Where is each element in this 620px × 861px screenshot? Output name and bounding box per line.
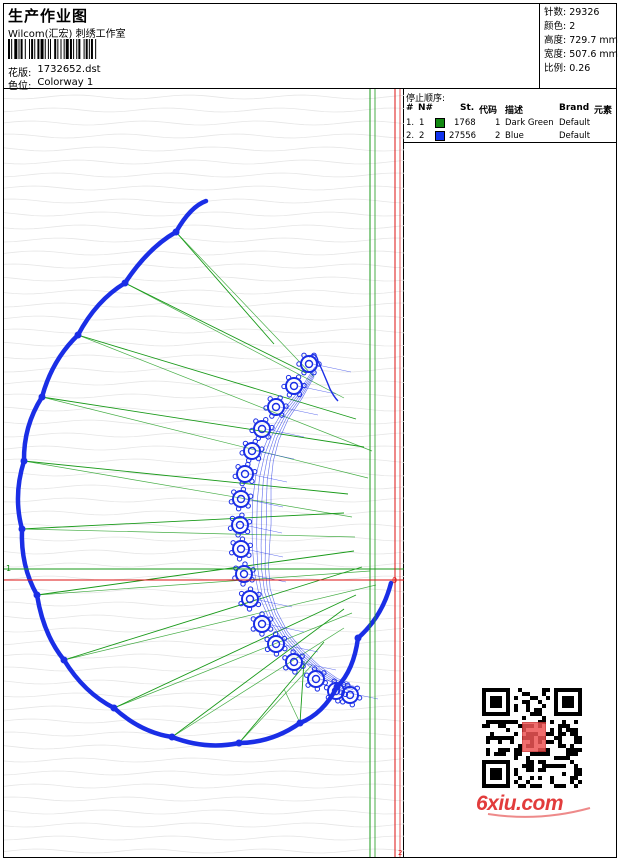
stop-sequence-panel: 停止顺序: # N# St. 代码 描述 Brand 元素 1. 1 1768 … <box>404 89 616 143</box>
col-stitches: St. <box>460 103 475 113</box>
production-worksheet: 生产作业图 Wilcom(汇宏) 刺绣工作室 花版: 1732652.dst 色… <box>3 3 618 858</box>
col-needle: N# <box>418 103 434 113</box>
origin-marker-right: 0 <box>392 576 397 585</box>
green-running-stitches <box>21 231 377 744</box>
stop-sequence-header: # N# St. 代码 描述 Brand 元素 <box>404 103 616 116</box>
stat-stitches: 针数: 29326 <box>544 7 600 18</box>
color-swatch-dark-green <box>435 118 445 128</box>
stat-height: 高度: 729.7 mm <box>544 35 618 46</box>
embroidery-design: 1 0 2 <box>4 89 404 857</box>
color-swatch-blue <box>435 131 445 141</box>
stat-width: 宽度: 507.6 mm <box>544 49 618 60</box>
design-stats-panel: 针数: 29326 颜色: 2 高度: 729.7 mm 宽度: 507.6 mm 比例… <box>539 4 618 89</box>
col-element: 元素 <box>594 106 613 116</box>
origin-marker-left: 1 <box>6 564 11 573</box>
end-marker: 2 <box>398 849 402 857</box>
red-seal-stamp <box>522 722 546 752</box>
design-canvas[interactable]: 1 0 2 <box>4 89 404 857</box>
col-description: 描述 <box>505 106 524 116</box>
fabric-texture <box>4 94 404 854</box>
page-title: 生产作业图 <box>8 7 89 25</box>
company-name: Wilcom(汇宏) 刺绣工作室 <box>8 29 126 40</box>
col-code: 代码 <box>479 106 498 116</box>
watermark-text: 6xiu.com <box>476 792 564 815</box>
stop-row[interactable]: 2. 2 27556 2 Blue Default <box>404 131 616 143</box>
stat-scale: 比例: 0.26 <box>544 63 591 74</box>
stop-row[interactable]: 1. 1 1768 1 Dark Green Default <box>404 118 616 130</box>
col-brand: Brand <box>559 103 590 113</box>
barcode-image <box>8 39 97 59</box>
watermark: 6xiu.com <box>474 684 591 824</box>
col-index: # <box>406 103 414 113</box>
scallop-border <box>15 198 394 748</box>
stat-colors: 颜色: 2 <box>544 21 576 32</box>
worksheet-header: 生产作业图 Wilcom(汇宏) 刺绣工作室 花版: 1732652.dst 色… <box>4 4 618 92</box>
